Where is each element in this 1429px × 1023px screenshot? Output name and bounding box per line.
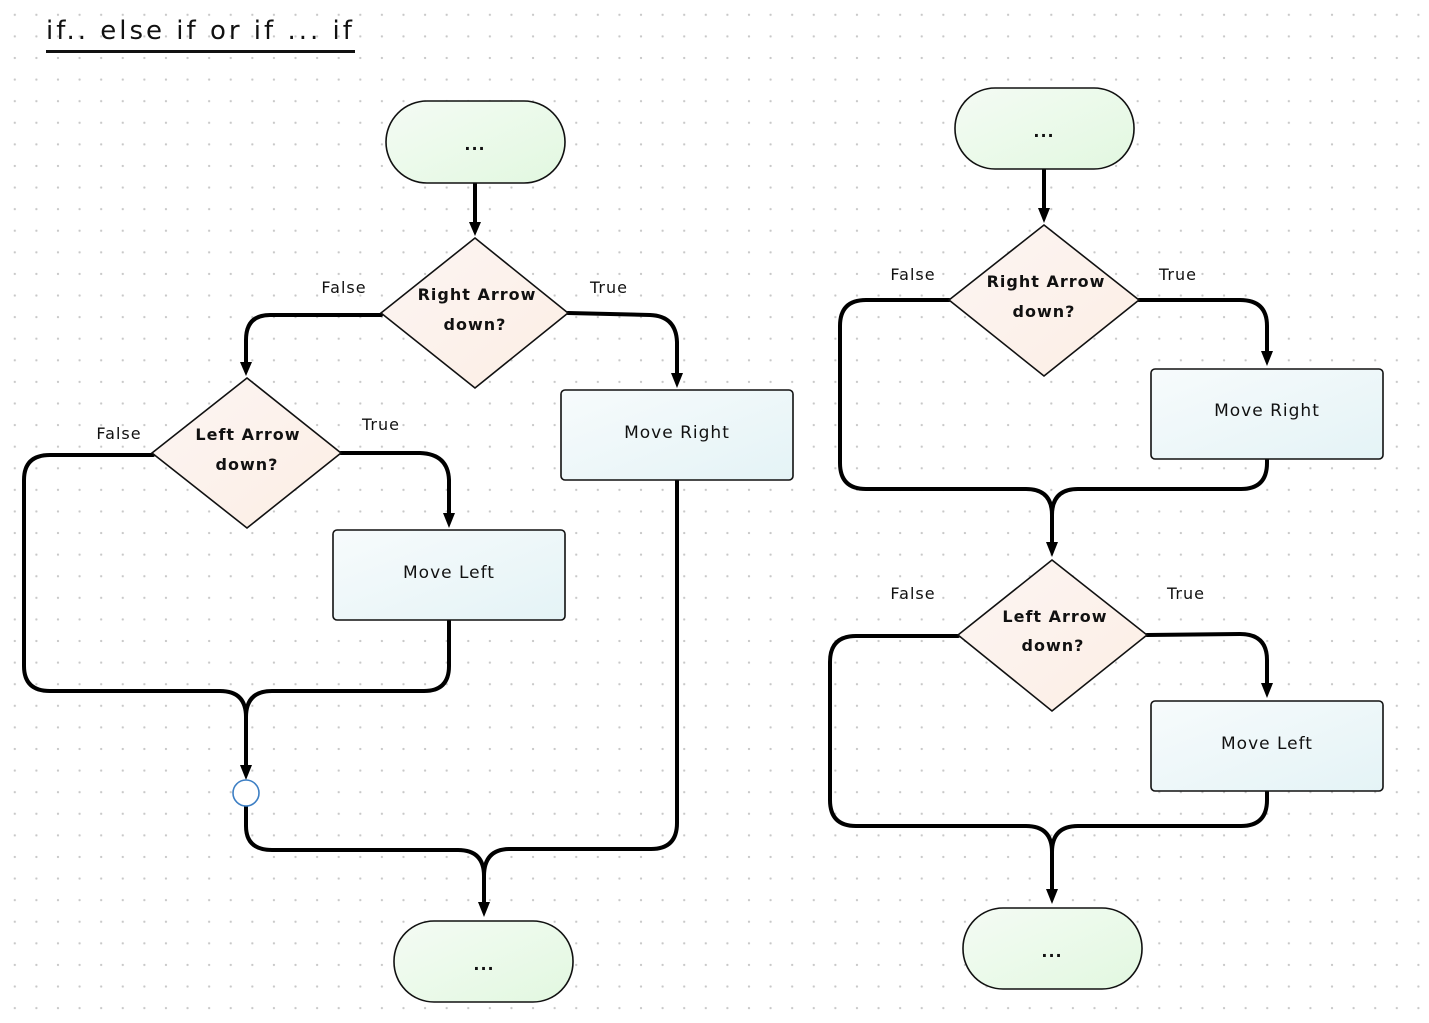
decision-label-line1: Right Arrow [987,272,1106,291]
true-label: True [1158,265,1197,284]
end-terminal[interactable]: ... [393,920,574,1003]
process-label: Move Left [403,563,495,583]
edge-process-left-merge [1050,789,1269,854]
process-move-right[interactable]: Move Right [1150,368,1384,460]
start-terminal-label: ... [464,135,485,154]
end-terminal[interactable]: ... [962,907,1143,990]
true-label: True [1166,584,1205,603]
decision-right-arrow[interactable]: Right Arrow down? [379,236,570,390]
edge-decision1-true [1137,298,1269,354]
decision-label-line2: down? [1022,636,1085,655]
arrowhead [1046,889,1058,904]
flowchart-canvas: ... Right Arrow down? False True Move Ri… [22,87,1384,1003]
diagram-if-if: ... Right Arrow down? False True Move Ri… [828,87,1384,990]
false-label: False [890,584,935,603]
true-label: True [361,415,400,434]
merge-junction[interactable] [232,779,260,807]
decision-label-line1: Left Arrow [195,425,300,444]
process-move-left[interactable]: Move Left [332,529,566,621]
decision-label-line2: down? [1013,302,1076,321]
decision-right-arrow[interactable]: Right Arrow down? [947,223,1141,378]
edge-process-left-merge [244,619,451,719]
edge-decision1-true [566,311,679,376]
arrowhead [240,765,252,780]
decision-label-line2: down? [216,455,279,474]
arrowhead [240,362,252,376]
start-terminal[interactable]: ... [385,100,566,184]
edge-decision2-true [339,451,451,516]
process-label: Move Left [1221,734,1313,754]
decision-label-line2: down? [444,315,507,334]
true-label: True [589,278,628,297]
edge-decision2-true [1145,632,1269,686]
decision-label-line1: Right Arrow [418,285,537,304]
decision-label-line1: Left Arrow [1002,607,1107,626]
start-terminal-label: ... [1033,122,1054,141]
process-move-right[interactable]: Move Right [560,389,794,481]
end-terminal-label: ... [1041,942,1062,961]
end-terminal-label: ... [473,955,494,974]
decision-left-arrow[interactable]: Left Arrow down? [956,558,1149,713]
false-label: False [96,424,141,443]
edge-process-right-merge [1050,457,1269,517]
arrowhead [671,373,683,388]
arrowhead [1261,351,1273,366]
arrowhead [478,902,490,917]
arrowhead [1261,683,1273,698]
process-label: Move Right [624,423,730,443]
decision-left-arrow[interactable]: Left Arrow down? [150,376,343,530]
edge-junction-to-end [244,802,486,905]
arrowhead [1038,208,1050,223]
arrowhead [443,513,455,528]
edge-decision1-false [244,313,383,364]
arrowhead [1046,542,1058,557]
false-label: False [321,278,366,297]
start-terminal[interactable]: ... [954,87,1135,170]
process-label: Move Right [1214,401,1320,421]
process-move-left[interactable]: Move Left [1150,700,1384,792]
arrowhead [469,222,481,236]
false-label: False [890,265,935,284]
diagram-else-if: ... Right Arrow down? False True Move Ri… [22,100,794,1003]
